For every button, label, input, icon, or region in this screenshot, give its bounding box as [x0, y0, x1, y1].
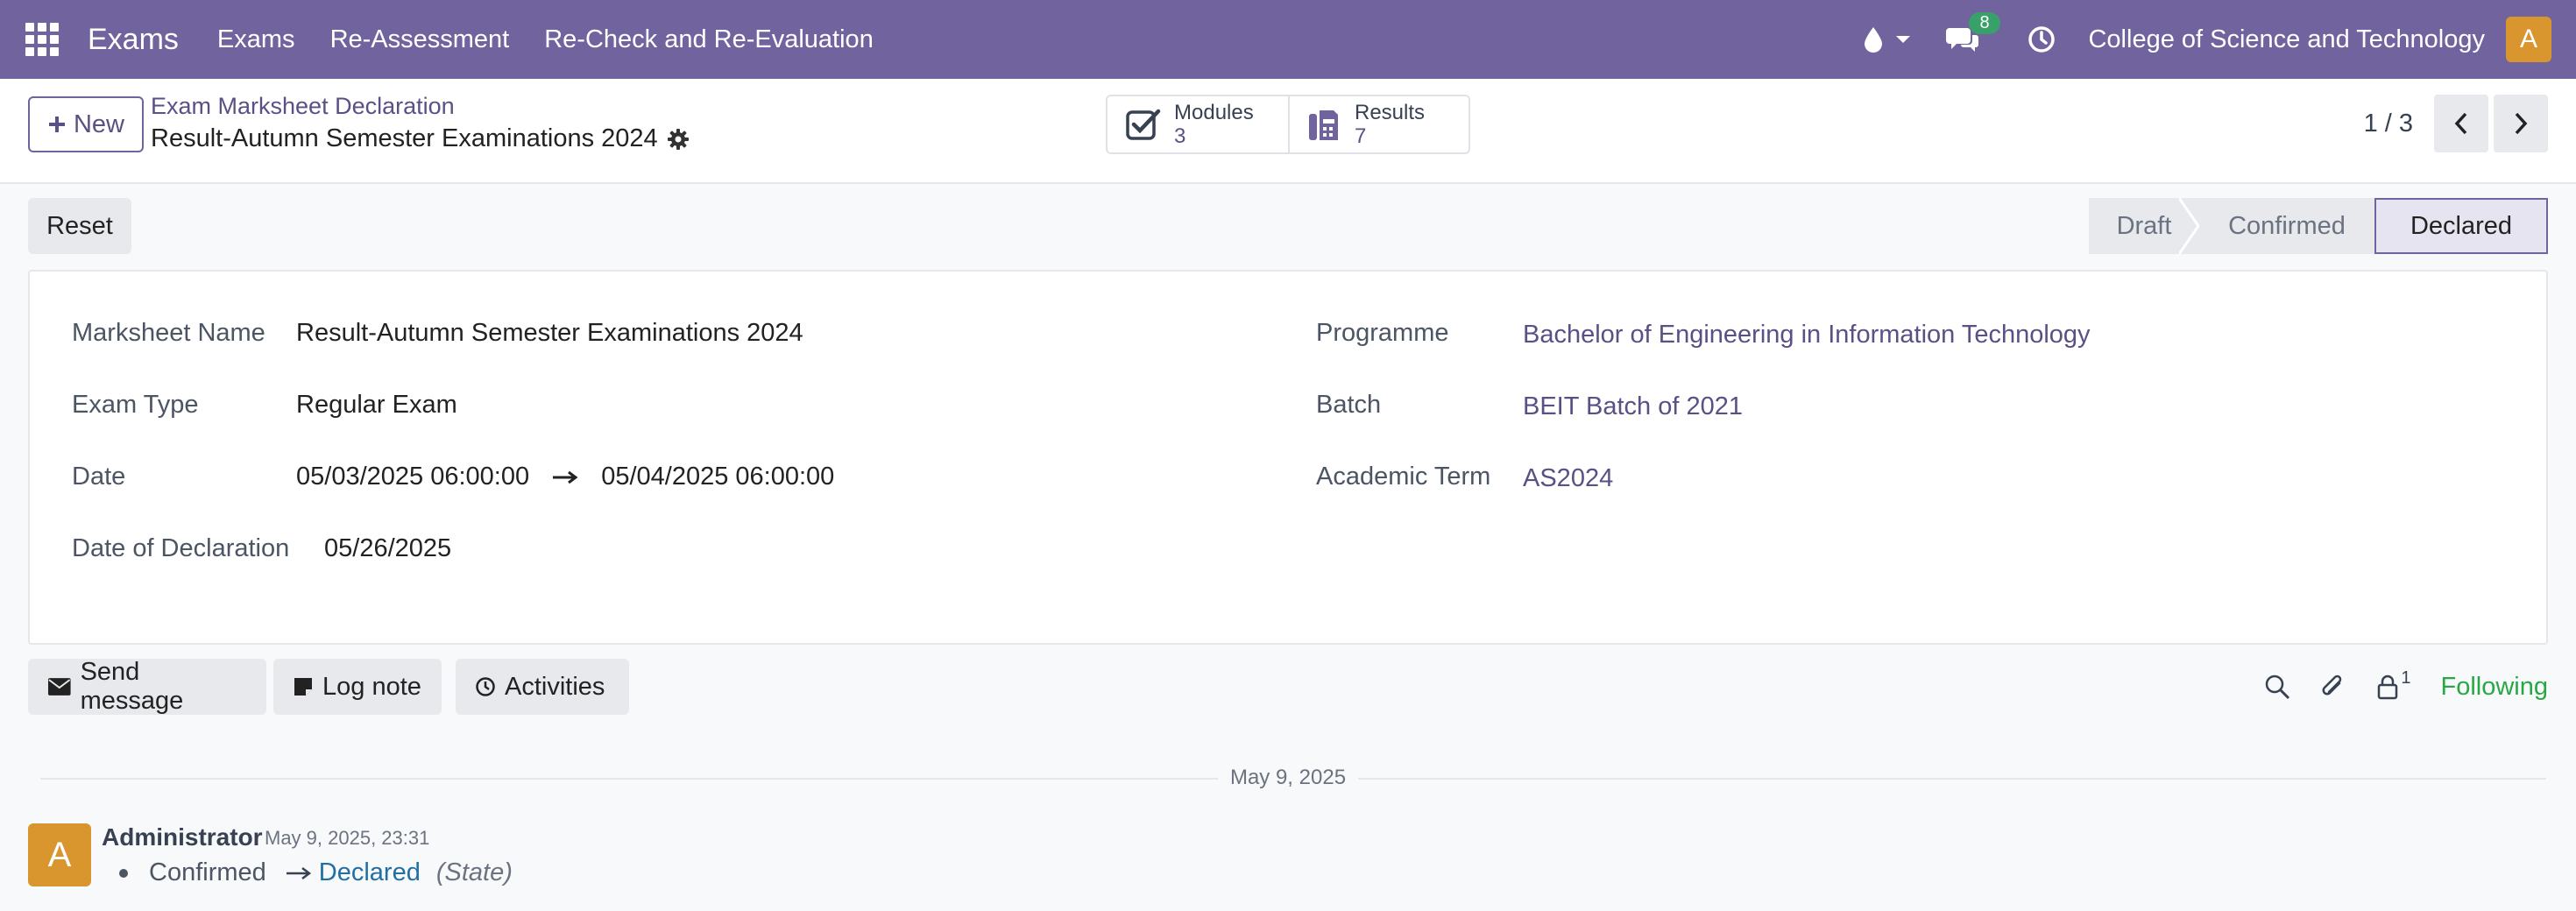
tracking-old-value: Confirmed	[149, 858, 266, 886]
modules-label: Modules	[1174, 101, 1254, 124]
pager: 1 / 3	[2364, 95, 2548, 152]
pager-previous-button[interactable]	[2434, 95, 2488, 152]
arrow-right-icon	[286, 866, 311, 879]
control-panel: New Exam Marksheet Declaration Result-Au…	[0, 79, 2576, 184]
date-range: 05/03/2025 06:00:00 05/04/2025 06:00:00	[296, 463, 834, 491]
followers-count: 1	[2401, 667, 2411, 688]
log-note-button[interactable]: Log note	[273, 659, 442, 715]
drop-icon	[1865, 27, 1883, 53]
chatter-tools: 1 Following	[2264, 659, 2548, 715]
programme-label: Programme	[1316, 319, 1449, 347]
checkbox-icon	[1126, 109, 1161, 140]
tracking-field-name: (State)	[435, 858, 513, 886]
date-start-value[interactable]: 05/03/2025 06:00:00	[296, 463, 529, 491]
caret-down-icon	[1896, 36, 1911, 43]
activities-label: Activities	[505, 672, 605, 701]
menu-re-check[interactable]: Re-Check and Re-Evaluation	[527, 25, 891, 54]
new-button[interactable]: New	[28, 96, 144, 152]
date-label: Date	[72, 463, 126, 491]
pager-next-button[interactable]	[2494, 95, 2548, 152]
breadcrumb-parent[interactable]: Exam Marksheet Declaration	[151, 93, 455, 120]
fax-icon	[1309, 110, 1338, 140]
programme-link[interactable]: Bachelor of Engineering in Information T…	[1523, 321, 2091, 350]
marksheet-name-value[interactable]: Result-Autumn Semester Examinations 2024	[296, 319, 803, 348]
bullet	[119, 868, 128, 878]
modules-count: 3	[1174, 124, 1186, 148]
chevron-left-icon	[2454, 112, 2467, 135]
chevron-right-icon	[2515, 112, 2528, 135]
modules-smart-button[interactable]: Modules 3	[1108, 96, 1288, 152]
clock-icon	[476, 677, 495, 696]
pager-value[interactable]: 1 / 3	[2364, 109, 2413, 138]
drop-dropdown[interactable]	[1862, 25, 1913, 53]
form-sheet: Marksheet Name Result-Autumn Semester Ex…	[28, 270, 2548, 645]
stage-draft[interactable]: Draft	[2089, 198, 2200, 254]
activities-button[interactable]: Activities	[456, 659, 629, 715]
search-icon[interactable]	[2264, 674, 2290, 700]
batch-link[interactable]: BEIT Batch of 2021	[1523, 392, 1743, 421]
top-navbar: Exams Exams Re-Assessment Re-Check and R…	[0, 0, 2576, 79]
log-note-label: Log note	[322, 672, 421, 701]
activity-button[interactable]	[2027, 25, 2056, 54]
academic-term-link[interactable]: AS2024	[1523, 464, 1613, 493]
lock-icon	[2378, 674, 2398, 700]
following-button[interactable]: Following	[2441, 673, 2549, 702]
sticky-note-icon	[294, 678, 312, 696]
tracking-value: Confirmed Declared (State)	[119, 858, 513, 887]
send-message-label: Send message	[80, 658, 184, 715]
arrow-right-icon	[553, 471, 578, 484]
results-count: 7	[1355, 124, 1367, 148]
date-end-value[interactable]: 05/04/2025 06:00:00	[601, 463, 834, 491]
date-separator-label: May 9, 2025	[1218, 766, 1358, 792]
reset-button[interactable]: Reset	[28, 198, 131, 254]
company-switcher[interactable]: College of Science and Technology	[2088, 25, 2485, 54]
stage-draft-label: Draft	[2116, 211, 2172, 240]
batch-label: Batch	[1316, 391, 1382, 419]
message-date: May 9, 2025, 23:31	[265, 827, 430, 849]
record-title: Result-Autumn Semester Examinations 2024	[151, 124, 690, 153]
message-author[interactable]: Administrator	[102, 823, 263, 851]
exam-type-label: Exam Type	[72, 391, 199, 419]
user-avatar[interactable]: A	[2506, 17, 2551, 62]
date-of-declaration-label: Date of Declaration	[72, 534, 290, 562]
record-title-text: Result-Autumn Semester Examinations 2024	[151, 124, 658, 152]
results-label: Results	[1355, 101, 1426, 124]
results-smart-button[interactable]: Results 7	[1288, 96, 1468, 152]
messages-button[interactable]: 8	[1946, 12, 2000, 54]
send-message-button[interactable]: Send message	[28, 658, 266, 715]
message-author-avatar[interactable]: A	[28, 823, 91, 886]
followers-button[interactable]: 1	[2376, 668, 2411, 700]
tracking-new-value: Declared	[318, 858, 421, 886]
plus-icon	[48, 117, 65, 132]
stage-confirmed[interactable]: Confirmed	[2199, 198, 2374, 254]
marksheet-name-label: Marksheet Name	[72, 319, 265, 347]
gear-icon[interactable]	[667, 128, 690, 151]
envelope-icon	[47, 678, 71, 696]
paperclip-icon[interactable]	[2320, 673, 2346, 701]
stage-separator	[2179, 198, 2200, 254]
smart-buttons: Modules 3 Results 7	[1106, 95, 1470, 154]
status-bar: Draft Confirmed Declared	[2089, 198, 2548, 254]
date-of-declaration-value[interactable]: 05/26/2025	[324, 534, 451, 563]
stage-declared-label: Declared	[2410, 211, 2513, 240]
exam-type-value[interactable]: Regular Exam	[296, 391, 457, 420]
messages-badge: 8	[1969, 12, 2000, 34]
stage-confirmed-label: Confirmed	[2228, 211, 2346, 240]
apps-grid-icon[interactable]	[25, 22, 60, 57]
menu-exams[interactable]: Exams	[200, 25, 313, 54]
academic-term-label: Academic Term	[1316, 463, 1491, 491]
clock-icon	[2028, 26, 2056, 53]
new-button-label: New	[73, 109, 124, 138]
app-brand[interactable]: Exams	[88, 23, 179, 57]
stage-declared[interactable]: Declared	[2374, 198, 2548, 254]
menu-re-assessment[interactable]: Re-Assessment	[313, 25, 527, 54]
